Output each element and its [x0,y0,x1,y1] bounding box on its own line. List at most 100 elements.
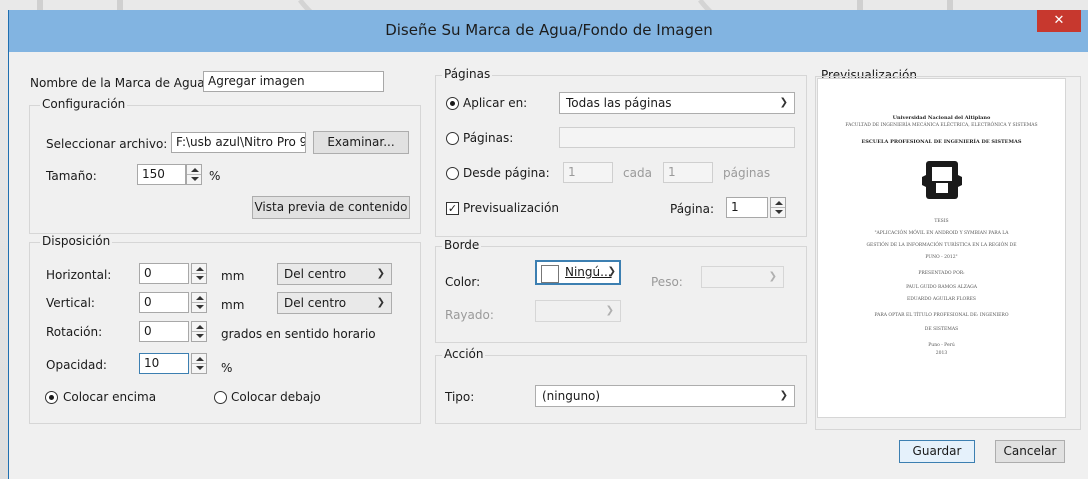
preview-thesis: TESIS [934,219,949,224]
preview-year: 2013 [935,351,948,356]
opacity-label: Opacidad: [46,358,107,372]
university-crest-icon [922,161,962,199]
rotation-label: Rotación: [46,325,103,339]
from-page-label: Desde página: [463,166,550,180]
place-below-radio[interactable] [214,391,227,404]
watermark-dialog: Diseñe Su Marca de Agua/Fondo de Imagen … [8,10,1088,479]
color-swatch [541,265,559,283]
watermark-name-label: Nombre de la Marca de Agua: [30,76,209,90]
pages-suffix: páginas [723,166,771,180]
place-above-radio[interactable] [45,391,58,404]
page-spinner[interactable] [770,197,786,218]
vertical-spinner[interactable] [191,292,207,313]
vertical-label: Vertical: [46,296,95,310]
window-title: Diseñe Su Marca de Agua/Fondo de Imagen [385,21,713,39]
horizontal-origin-select[interactable]: Del centro ❯ [277,263,392,285]
border-weight-select[interactable]: ❯ [701,266,784,288]
apply-to-label: Aplicar en: [463,96,528,110]
every-label: cada [623,166,652,180]
preview-author2: EDUARDO AGUILAR FLORES [907,297,976,302]
chevron-down-icon: ❯ [779,97,788,108]
preview-presented-by: PRESENTADO POR: [918,271,965,276]
cancel-button[interactable]: Cancelar [995,440,1065,463]
close-icon: ✕ [1053,13,1065,28]
vertical-input[interactable]: 0 [139,292,189,313]
pages-input[interactable] [559,127,795,148]
checkmark-icon: ✓ [447,202,458,215]
opacity-spinner[interactable] [191,353,207,374]
chevron-down-icon: ❯ [376,268,385,279]
browse-button[interactable]: Examinar... [313,131,409,154]
preview-degree2: DE SISTEMAS [924,327,959,332]
chevron-down-icon: ❯ [779,390,788,401]
page-label: Página: [670,202,715,216]
border-group-title: Borde [442,238,482,252]
file-label: Seleccionar archivo: [46,137,168,151]
border-color-select[interactable]: Ningú... ❯ [535,260,621,285]
preview-degree: PARA OPTAR EL TÍTULO PROFESIONAL DE: ING… [874,313,1009,318]
from-page-radio[interactable] [446,167,459,180]
preview-checkbox-label: Previsualización [463,201,559,215]
preview-school: ESCUELA PROFESIONAL DE INGENIERÍA DE SIS… [861,139,1022,145]
close-button[interactable]: ✕ [1037,10,1081,32]
watermark-name-input[interactable]: Agregar imagen [203,71,384,92]
horizontal-unit: mm [221,269,245,283]
preview-page: Universidad Nacional del Altiplano FACUL… [817,78,1066,418]
preview-place: Puno - Perú [928,343,955,348]
file-path-input[interactable]: F:\usb azul\Nitro Pro 9 [171,132,306,153]
rotation-spinner[interactable] [191,321,207,342]
action-type-value: (ninguno) [542,389,601,403]
action-type-label: Tipo: [445,390,475,404]
rotation-input[interactable]: 0 [139,321,189,342]
vertical-unit: mm [221,298,245,312]
size-spinner[interactable] [186,164,202,185]
border-dash-label: Rayado: [445,308,494,322]
every-input[interactable]: 1 [663,162,713,183]
pages-label: Páginas: [463,131,514,145]
chevron-down-icon: ❯ [376,297,385,308]
opacity-unit: % [221,361,233,375]
border-weight-label: Peso: [651,275,683,289]
chevron-down-icon: ❯ [605,305,614,316]
pages-radio[interactable] [446,132,459,145]
place-below-label: Colocar debajo [231,390,321,404]
size-label: Tamaño: [46,169,97,183]
vertical-origin-value: Del centro [284,296,347,310]
size-input[interactable]: 150 [137,164,186,185]
rotation-unit: grados en sentido horario [221,327,376,341]
preview-faculty: FACULTAD DE INGENIERÍA MECÁNICA ELÉCTRIC… [845,123,1038,128]
layout-group-title: Disposición [40,234,113,248]
title-bar: Diseñe Su Marca de Agua/Fondo de Imagen … [9,10,1088,52]
preview-checkbox[interactable]: ✓ [446,202,459,215]
apply-to-radio[interactable] [446,97,459,110]
horizontal-label: Horizontal: [46,268,112,282]
horizontal-origin-value: Del centro [284,267,347,281]
preview-title-line3: PUNO - 2012" [925,255,958,260]
save-button[interactable]: Guardar [899,440,975,463]
border-dash-select[interactable]: ❯ [535,300,621,322]
config-group-title: Configuración [40,97,128,111]
horizontal-input[interactable]: 0 [139,263,189,284]
preview-title-line1: "APLICACIÓN MÓVIL EN ANDROID Y SYMBIAN P… [874,231,1009,236]
horizontal-spinner[interactable] [191,263,207,284]
preview-university: Universidad Nacional del Altiplano [892,115,991,121]
action-type-select[interactable]: (ninguno) ❯ [535,385,795,407]
action-group-title: Acción [442,347,486,361]
opacity-input[interactable]: 10 [139,353,189,374]
preview-author1: PAUL GUIDO RAMOS ALZAGA [906,285,977,290]
size-unit: % [209,169,221,183]
from-page-input[interactable]: 1 [563,162,613,183]
place-above-label: Colocar encima [63,390,157,404]
apply-to-select[interactable]: Todas las páginas ❯ [559,92,795,114]
page-input[interactable]: 1 [726,197,768,218]
content-preview-button[interactable]: Vista previa de contenido [252,196,410,219]
apply-to-value: Todas las páginas [566,96,672,110]
pages-group-title: Páginas [442,67,493,81]
chevron-down-icon: ❯ [768,271,777,282]
preview-title-line2: GESTIÓN DE LA INFORMACIÓN TURÍSTICA EN L… [866,243,1017,248]
chevron-down-icon: ❯ [607,266,616,277]
border-group: Borde [435,238,807,343]
vertical-origin-select[interactable]: Del centro ❯ [277,292,392,314]
border-color-value: Ningú... [565,265,612,279]
border-color-label: Color: [445,275,481,289]
